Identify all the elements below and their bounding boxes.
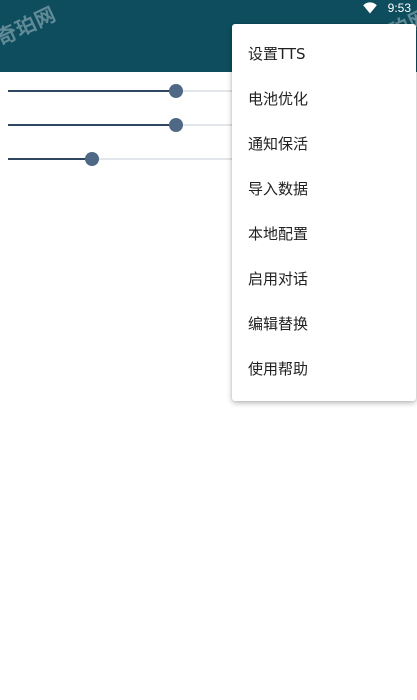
status-bar: 9:53: [0, 0, 417, 16]
slider-thumb[interactable]: [169, 118, 183, 132]
menu-item-enable-dialogue[interactable]: 启用对话: [232, 257, 416, 302]
slider-thumb[interactable]: [169, 84, 183, 98]
wifi-icon: [363, 2, 377, 14]
menu-item-notification-keepalive[interactable]: 通知保活: [232, 122, 416, 167]
menu-item-set-tts[interactable]: 设置TTS: [232, 32, 416, 77]
slider-fill: [8, 158, 92, 160]
menu-item-local-config[interactable]: 本地配置: [232, 212, 416, 257]
menu-item-help[interactable]: 使用帮助: [232, 347, 416, 392]
menu-item-import-data[interactable]: 导入数据: [232, 167, 416, 212]
menu-item-battery-optimization[interactable]: 电池优化: [232, 77, 416, 122]
slider-fill: [8, 90, 176, 92]
menu-item-edit-replace[interactable]: 编辑替换: [232, 302, 416, 347]
slider-fill: [8, 124, 176, 126]
slider-thumb[interactable]: [85, 152, 99, 166]
overflow-menu: 设置TTS 电池优化 通知保活 导入数据 本地配置 启用对话 编辑替换 使用帮助: [232, 24, 416, 401]
